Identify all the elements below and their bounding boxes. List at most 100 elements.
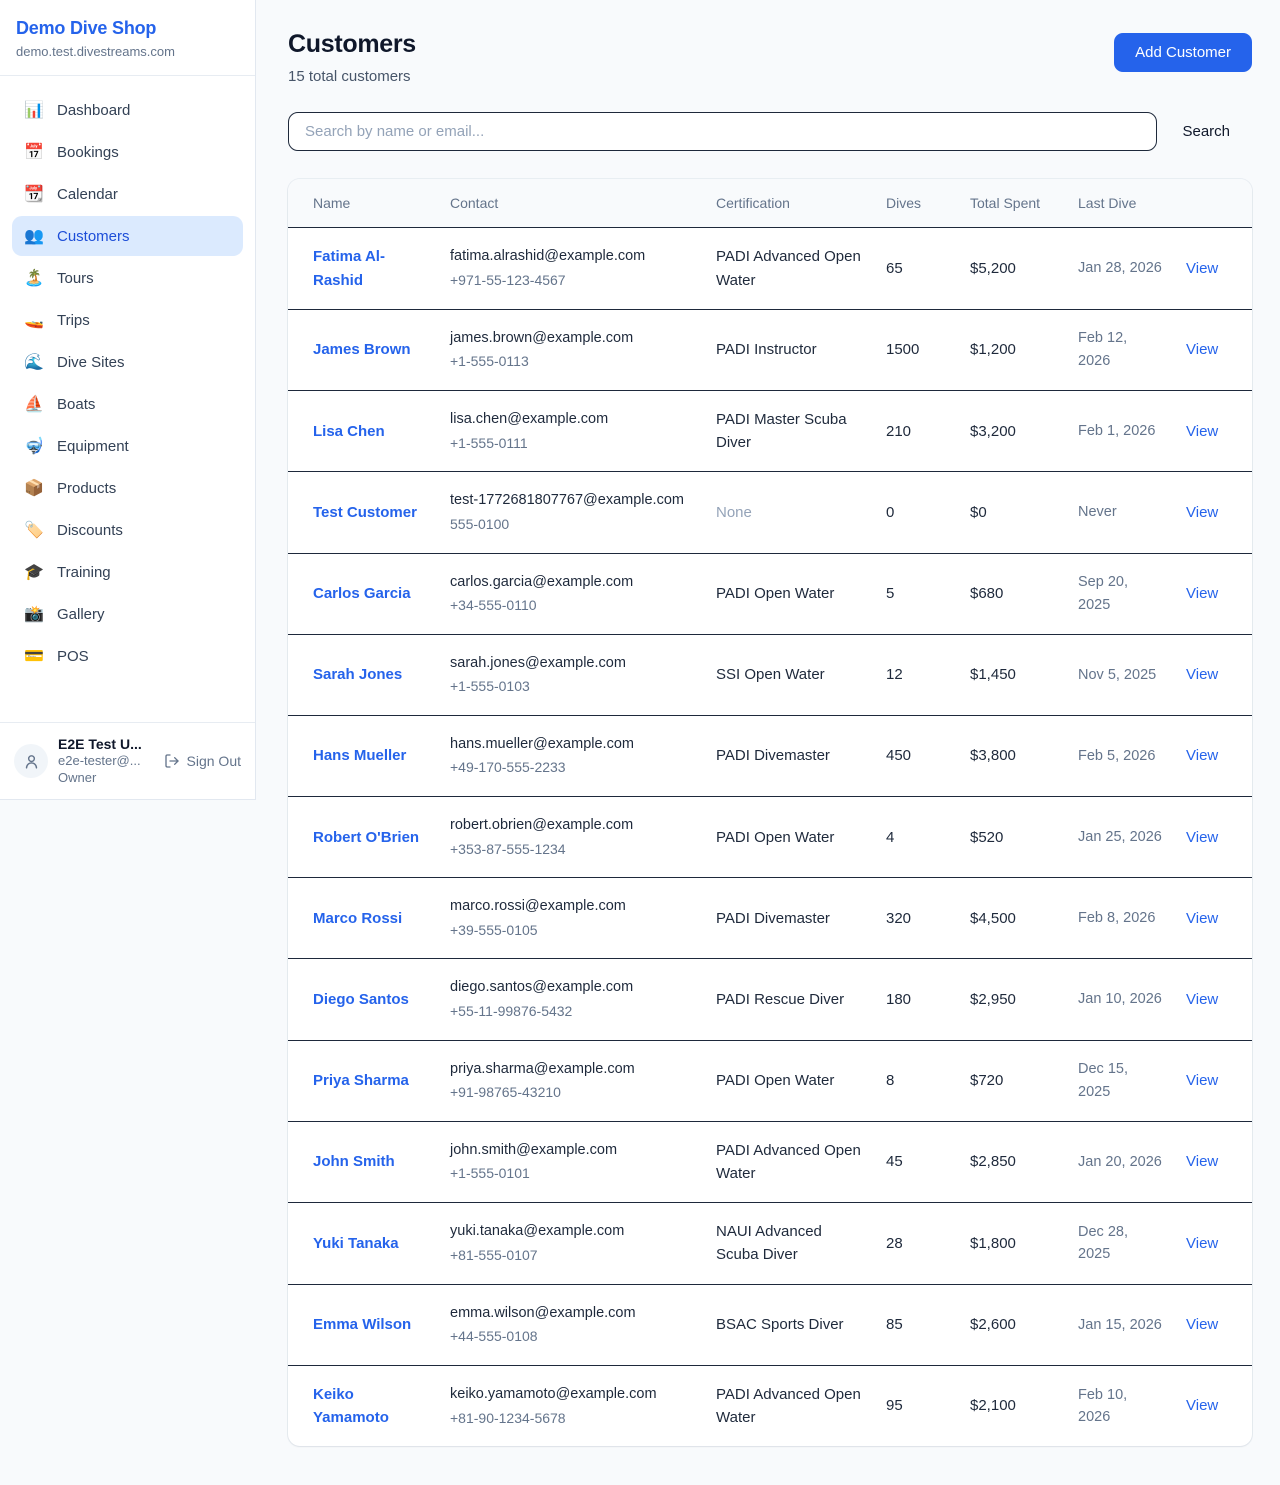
view-link[interactable]: View (1186, 747, 1218, 764)
customer-last-dive: Never (1066, 472, 1174, 553)
view-link[interactable]: View (1186, 829, 1218, 846)
view-link[interactable]: View (1186, 1397, 1218, 1414)
people-icon: 👥 (24, 226, 44, 246)
customer-certification: PADI Open Water (704, 797, 874, 878)
table-header-row: NameContactCertificationDivesTotal Spent… (288, 179, 1252, 228)
view-link[interactable]: View (1186, 423, 1218, 440)
customer-email: hans.mueller@example.com (450, 733, 692, 755)
customer-name-link[interactable]: James Brown (313, 338, 411, 361)
add-customer-button[interactable]: Add Customer (1114, 33, 1252, 72)
table-row: Keiko Yamamotokeiko.yamamoto@example.com… (288, 1365, 1252, 1446)
sidebar-item-label: Customers (57, 228, 130, 245)
user-role: Owner (58, 770, 154, 787)
sign-out-label: Sign Out (187, 753, 241, 769)
customer-dives: 5 (874, 553, 958, 634)
view-link[interactable]: View (1186, 341, 1218, 358)
page-title: Customers (288, 30, 416, 59)
sidebar-item-customers[interactable]: 👥 Customers (12, 216, 243, 256)
sidebar-item-dashboard[interactable]: 📊Dashboard (12, 90, 243, 130)
view-link[interactable]: View (1186, 1235, 1218, 1252)
sign-out-button[interactable]: Sign Out (164, 753, 241, 769)
view-link[interactable]: View (1186, 910, 1218, 927)
sidebar-item-label: Dive Sites (57, 354, 125, 371)
customer-name-link[interactable]: Priya Sharma (313, 1069, 409, 1092)
customer-dives: 210 (874, 390, 958, 472)
customer-total-spent: $520 (958, 797, 1066, 878)
customer-name-link[interactable]: Fatima Al-Rashid (313, 245, 426, 292)
customer-name-link[interactable]: Emma Wilson (313, 1313, 411, 1336)
view-link[interactable]: View (1186, 1153, 1218, 1170)
customer-name-link[interactable]: Robert O'Brien (313, 826, 419, 849)
sidebar-item-label: Bookings (57, 144, 119, 161)
view-link[interactable]: View (1186, 260, 1218, 277)
avatar (14, 744, 48, 778)
search-button[interactable]: Search (1157, 123, 1252, 140)
customer-last-dive: Sep 20, 2025 (1066, 553, 1174, 634)
sidebar-item-equipment[interactable]: 🤿Equipment (12, 426, 243, 466)
tag-icon: 🏷️ (24, 520, 44, 540)
view-link[interactable]: View (1186, 585, 1218, 602)
customer-last-dive: Jan 28, 2026 (1066, 228, 1174, 310)
customer-phone: +1-555-0103 (450, 676, 692, 698)
customer-name-link[interactable]: Lisa Chen (313, 420, 385, 443)
view-link[interactable]: View (1186, 1316, 1218, 1333)
sidebar-item-training[interactable]: 🎓Training (12, 552, 243, 592)
sidebar-item-calendar[interactable]: 📆Calendar (12, 174, 243, 214)
customer-name-link[interactable]: Test Customer (313, 501, 417, 524)
sidebar-item-label: Trips (57, 312, 90, 329)
customer-phone: +55-11-99876-5432 (450, 1001, 692, 1023)
sidebar-item-boats[interactable]: ⛵Boats (12, 384, 243, 424)
customer-last-dive: Dec 28, 2025 (1066, 1203, 1174, 1285)
customer-name-link[interactable]: Carlos Garcia (313, 582, 411, 605)
customer-phone: +81-90-1234-5678 (450, 1408, 692, 1430)
table-row: James Brownjames.brown@example.com+1-555… (288, 309, 1252, 390)
sidebar-item-bookings[interactable]: 📅 Bookings (12, 132, 243, 172)
customer-last-dive: Feb 8, 2026 (1066, 878, 1174, 959)
customer-certification: PADI Divemaster (704, 715, 874, 796)
customer-certification: PADI Master Scuba Diver (704, 390, 874, 472)
customer-email: sarah.jones@example.com (450, 652, 692, 674)
view-link[interactable]: View (1186, 666, 1218, 683)
search-input[interactable] (288, 112, 1157, 151)
customer-name-link[interactable]: Hans Mueller (313, 744, 406, 767)
view-link[interactable]: View (1186, 1072, 1218, 1089)
table-row: Diego Santosdiego.santos@example.com+55-… (288, 959, 1252, 1040)
sidebar-item-products[interactable]: 📦Products (12, 468, 243, 508)
sidebar-item-label: POS (57, 648, 89, 665)
customer-certification: PADI Rescue Diver (704, 959, 874, 1040)
customer-phone: +34-555-0110 (450, 595, 692, 617)
customer-last-dive: Jan 10, 2026 (1066, 959, 1174, 1040)
customer-name-link[interactable]: Diego Santos (313, 988, 409, 1011)
sidebar-item-pos[interactable]: 💳POS (12, 636, 243, 676)
customer-name-link[interactable]: John Smith (313, 1150, 395, 1173)
calendar-icon: 📅 (24, 142, 44, 162)
customer-last-dive: Jan 25, 2026 (1066, 797, 1174, 878)
table-row: Yuki Tanakayuki.tanaka@example.com+81-55… (288, 1203, 1252, 1285)
sidebar-item-dive-sites[interactable]: 🌊Dive Sites (12, 342, 243, 382)
view-link[interactable]: View (1186, 991, 1218, 1008)
sign-out-icon (164, 753, 180, 769)
shop-domain: demo.test.divestreams.com (16, 44, 239, 59)
view-link[interactable]: View (1186, 504, 1218, 521)
customer-name-link[interactable]: Yuki Tanaka (313, 1232, 399, 1255)
customer-total-spent: $680 (958, 553, 1066, 634)
user-section: E2E Test U... e2e-tester@... Owner Sign … (0, 722, 255, 799)
customer-last-dive: Nov 5, 2025 (1066, 634, 1174, 715)
sidebar-item-trips[interactable]: 🚤 Trips (12, 300, 243, 340)
customer-certification: PADI Divemaster (704, 878, 874, 959)
sidebar-item-gallery[interactable]: 📸Gallery (12, 594, 243, 634)
customer-name-link[interactable]: Sarah Jones (313, 663, 402, 686)
customer-certification: PADI Advanced Open Water (704, 228, 874, 310)
diving-mask-icon: 🤿 (24, 436, 44, 456)
customer-certification: PADI Open Water (704, 1040, 874, 1121)
customer-phone: +44-555-0108 (450, 1326, 692, 1348)
speedboat-icon: 🚤 (24, 310, 44, 330)
table-row: Priya Sharmapriya.sharma@example.com+91-… (288, 1040, 1252, 1121)
customer-email: carlos.garcia@example.com (450, 571, 692, 593)
customer-dives: 65 (874, 228, 958, 310)
sidebar-item-tours[interactable]: 🏝️Tours (12, 258, 243, 298)
sidebar-item-discounts[interactable]: 🏷️Discounts (12, 510, 243, 550)
customer-name-link[interactable]: Marco Rossi (313, 907, 402, 930)
customer-name-link[interactable]: Keiko Yamamoto (313, 1383, 426, 1430)
user-name: E2E Test U... (58, 735, 154, 753)
